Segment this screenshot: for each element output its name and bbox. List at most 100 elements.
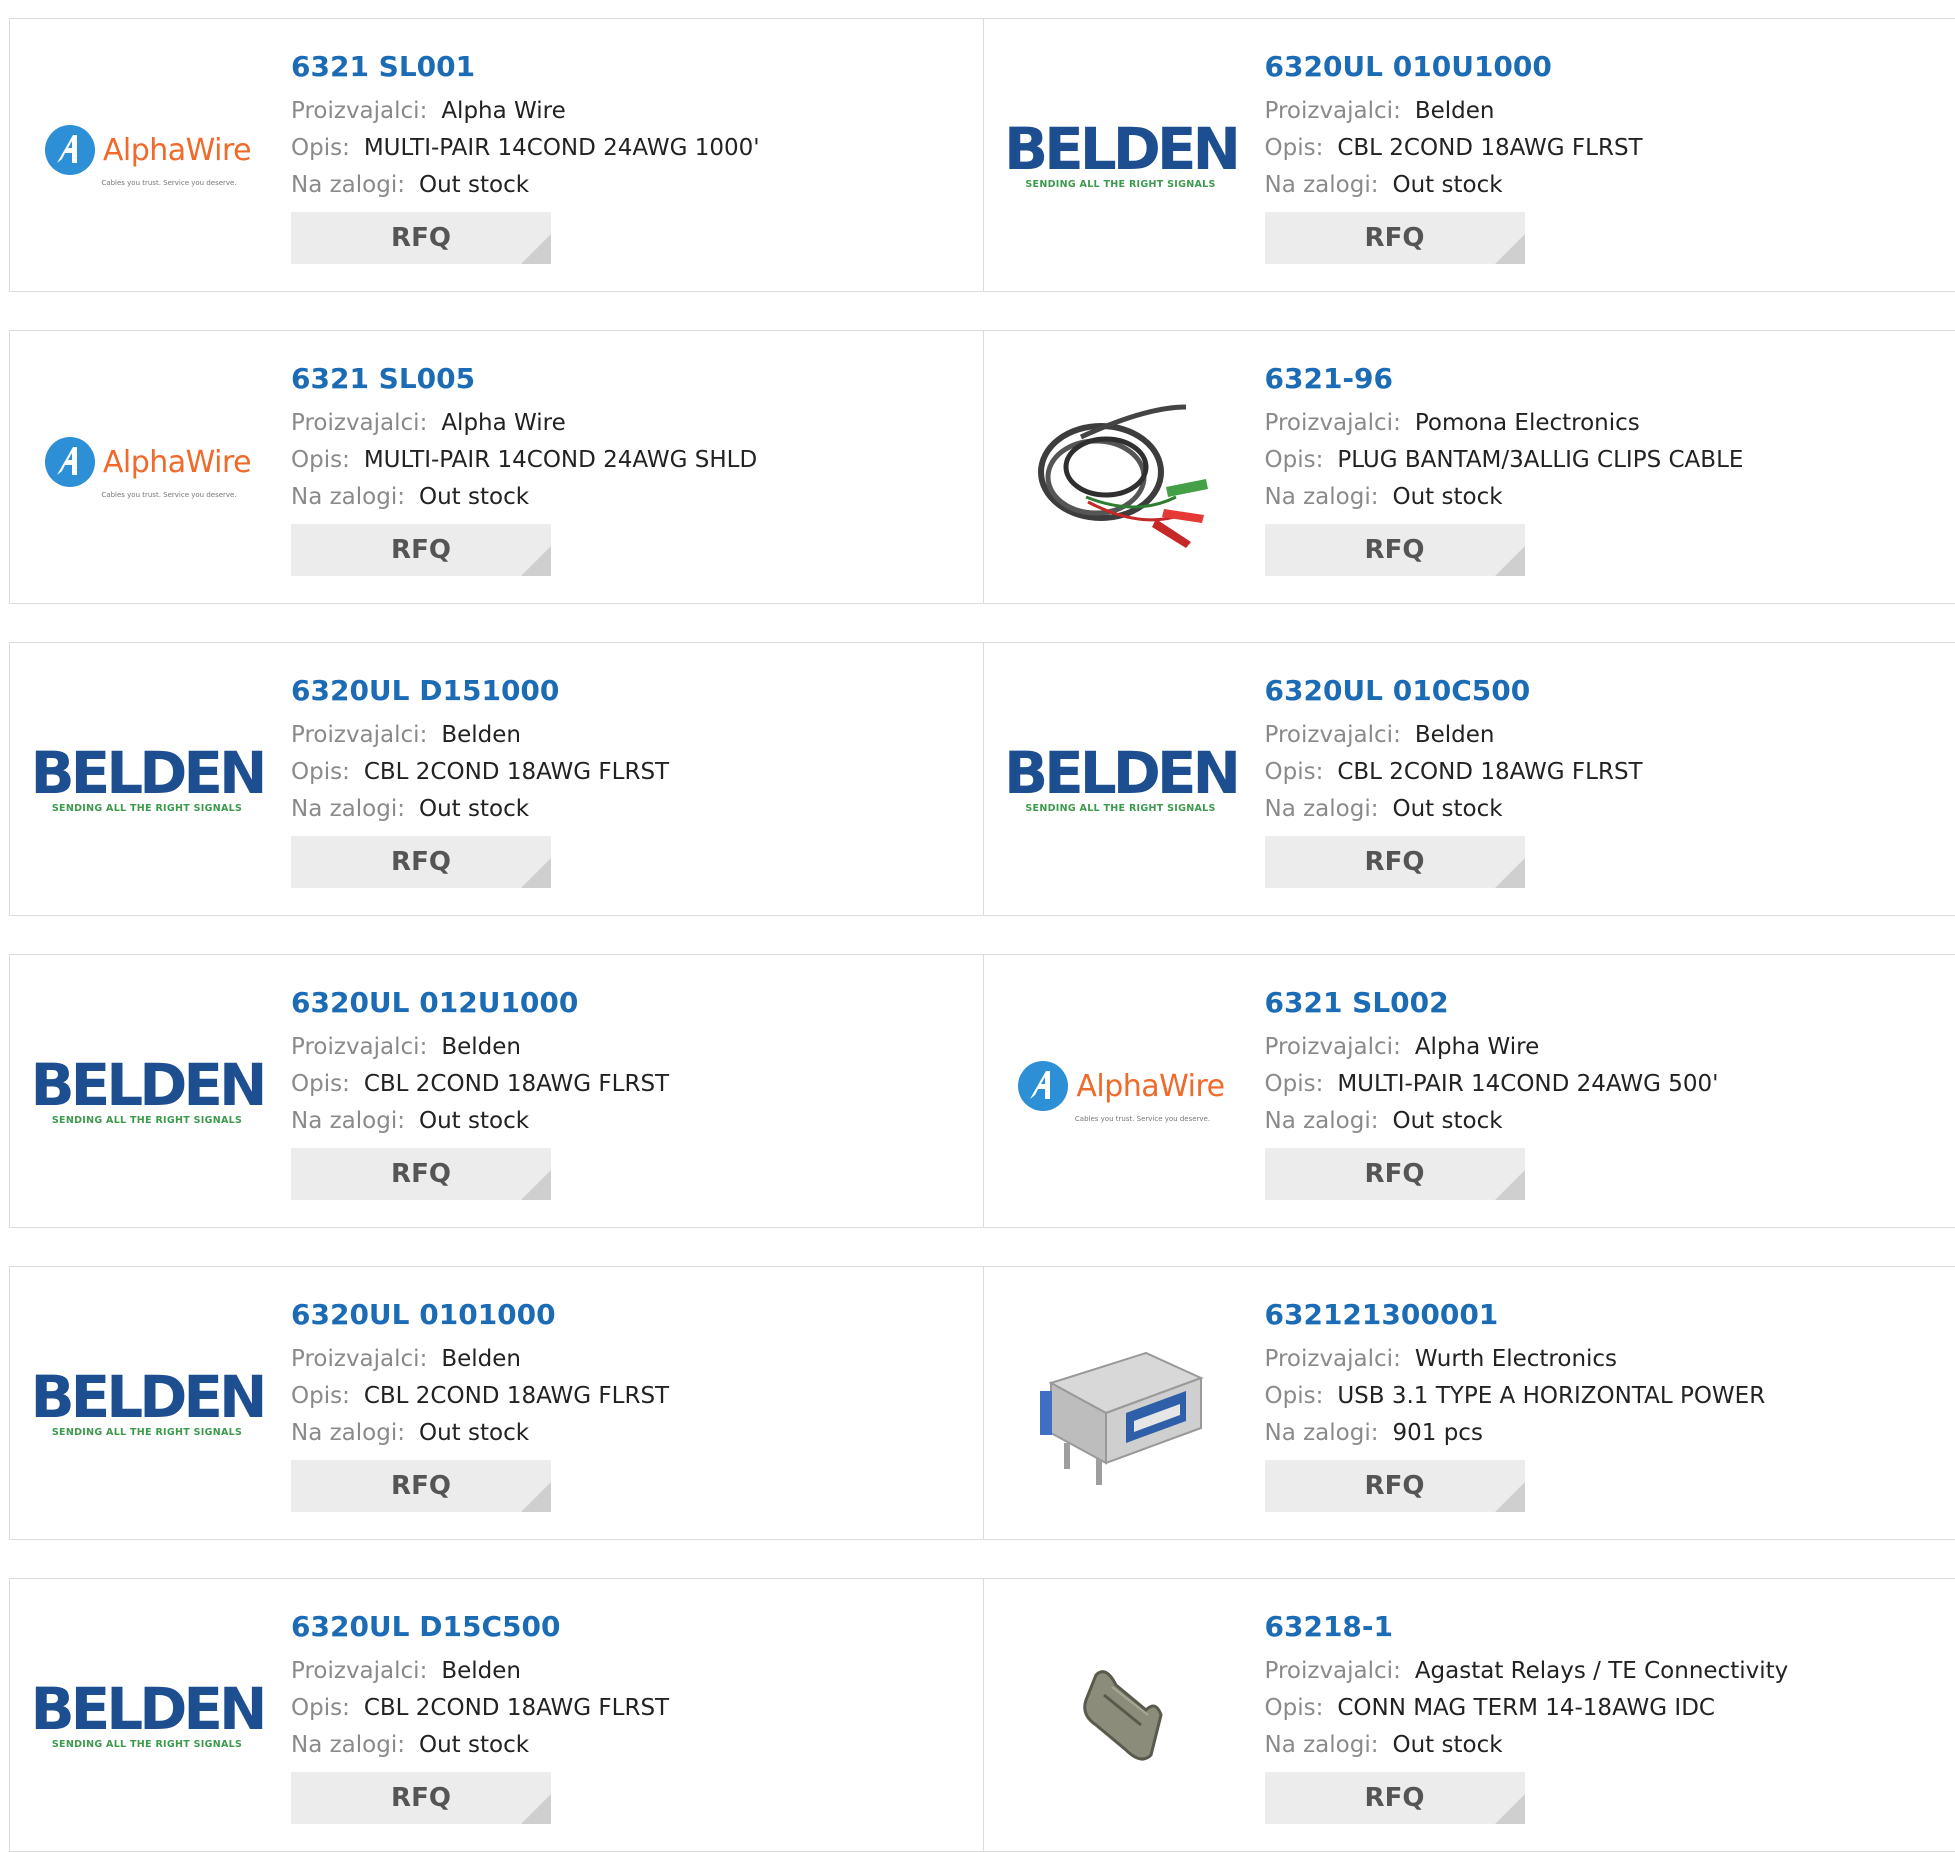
manufacturer-value: Belden [441,1034,521,1060]
product-card: AlphaWire Cables you trust. Service you … [983,955,1955,1227]
description-line: Opis:CBL 2COND 18AWG FLRST [291,1378,669,1415]
manufacturer-value: Agastat Relays / TE Connectivity [1415,1658,1788,1684]
manufacturer-label: Proizvajalci: [1265,410,1401,436]
description-value: CBL 2COND 18AWG FLRST [364,1695,669,1721]
belden-tagline: SENDING ALL THE RIGHT SIGNALS [52,1427,242,1438]
alpha-tagline: Cables you trust. Service you deserve. [101,179,236,187]
rfq-button[interactable]: RFQ [291,1460,551,1512]
part-number-link[interactable]: 6320UL 010C500 [1265,673,1643,709]
product-info: 632121300001 Proizvajalci:Wurth Electron… [1265,1297,1766,1512]
description-line: Opis:CBL 2COND 18AWG FLRST [1265,130,1643,167]
belden-logo-icon: BELDEN SENDING ALL THE RIGHT SIGNALS [47,679,247,879]
rfq-button[interactable]: RFQ [1265,524,1525,576]
stock-line: Na zalogi:Out stock [1265,479,1744,516]
stock-label: Na zalogi: [291,1420,405,1446]
alpha-wordmark: AlphaWire [103,445,251,480]
part-number-link[interactable]: 6320UL D15C500 [291,1609,669,1645]
belden-tagline: SENDING ALL THE RIGHT SIGNALS [1025,179,1215,190]
rfq-button[interactable]: RFQ [1265,212,1525,264]
product-row: BELDEN SENDING ALL THE RIGHT SIGNALS 632… [9,642,1955,916]
stock-label: Na zalogi: [1265,1108,1379,1134]
description-value: MULTI-PAIR 14COND 24AWG 500' [1337,1071,1718,1097]
part-number-link[interactable]: 6321 SL002 [1265,985,1719,1021]
manufacturer-label: Proizvajalci: [291,1658,427,1684]
stock-line: Na zalogi: Out stock [1265,1727,1789,1764]
alpha-circle-mark [43,435,97,489]
rfq-button[interactable]: RFQ [1265,1772,1525,1824]
belden-logo-icon: BELDEN SENDING ALL THE RIGHT SIGNALS [47,991,247,1191]
stock-value: Out stock [419,484,529,510]
rfq-button[interactable]: RFQ [1265,1148,1525,1200]
stock-label: Na zalogi: [1265,1732,1379,1758]
description-value: CONN MAG TERM 14-18AWG IDC [1337,1695,1715,1721]
description-line: Opis:PLUG BANTAM/3ALLIG CLIPS CABLE [1265,442,1744,479]
alpha-tagline: Cables you trust. Service you deserve. [101,491,236,499]
part-number-link[interactable]: 6321 SL005 [291,361,757,397]
product-info: 6320UL 010C500 Proizvajalci:Belden Opis:… [1265,673,1643,888]
description-label: Opis: [291,135,350,161]
stock-value: Out stock [419,1732,529,1758]
manufacturer-label: Proizvajalci: [291,98,427,124]
stock-value: Out stock [1392,172,1502,198]
product-info: 6320UL 010U1000 Proizvajalci:Belden Opis… [1265,49,1643,264]
part-number-link[interactable]: 6320UL 012U1000 [291,985,669,1021]
part-number-link[interactable]: 63218-1 [1265,1609,1789,1645]
rfq-button[interactable]: RFQ [291,1772,551,1824]
belden-logo-icon: BELDEN SENDING ALL THE RIGHT SIGNALS [1021,679,1221,879]
description-value: PLUG BANTAM/3ALLIG CLIPS CABLE [1337,447,1743,473]
part-number-link[interactable]: 6320UL 0101000 [291,1297,669,1333]
product-row: BELDEN SENDING ALL THE RIGHT SIGNALS 632… [9,954,1955,1228]
rfq-button[interactable]: RFQ [291,212,551,264]
belden-logo-icon: BELDEN SENDING ALL THE RIGHT SIGNALS [47,1615,247,1815]
stock-label: Na zalogi: [291,1732,405,1758]
description-line: Opis:MULTI-PAIR 14COND 24AWG SHLD [291,442,757,479]
product-card: 6321-96 Proizvajalci:Pomona Electronics … [983,331,1955,603]
manufacturer-label: Proizvajalci: [291,722,427,748]
stock-line: Na zalogi: 901 pcs [1265,1415,1766,1452]
manufacturer-value: Alpha Wire [1415,1034,1539,1060]
stock-label: Na zalogi: [291,172,405,198]
stock-value: Out stock [1392,1732,1502,1758]
rfq-button[interactable]: RFQ [291,1148,551,1200]
alpha-tagline: Cables you trust. Service you deserve. [1075,1115,1210,1123]
manufacturer-value: Belden [441,722,521,748]
manufacturer-line: Proizvajalci: Belden [291,717,669,754]
product-row: BELDEN SENDING ALL THE RIGHT SIGNALS 632… [9,1266,1955,1540]
belden-tagline: SENDING ALL THE RIGHT SIGNALS [52,1115,242,1126]
alpha-wordmark: AlphaWire [103,133,251,168]
description-line: Opis:MULTI-PAIR 14COND 24AWG 500' [1265,1066,1719,1103]
rfq-button[interactable]: RFQ [291,524,551,576]
part-number-link[interactable]: 6320UL D151000 [291,673,669,709]
product-info: 6320UL D15C500 Proizvajalci:Belden Opis:… [291,1609,669,1824]
stock-line: Na zalogi:Out stock [291,1103,669,1140]
part-number-link[interactable]: 6321 SL001 [291,49,760,85]
product-card: BELDEN SENDING ALL THE RIGHT SIGNALS 632… [983,643,1955,915]
stock-value: 901 pcs [1392,1420,1482,1446]
manufacturer-label: Proizvajalci: [1265,1346,1401,1372]
alphawire-logo-icon: AlphaWire Cables you trust. Service you … [47,367,247,567]
stock-value: Out stock [1392,1108,1502,1134]
manufacturer-label: Proizvajalci: [291,1034,427,1060]
stock-label: Na zalogi: [1265,1420,1379,1446]
product-card: 632121300001 Proizvajalci:Wurth Electron… [983,1267,1955,1539]
stock-value: Out stock [419,1420,529,1446]
manufacturer-line: Proizvajalci: Pomona Electronics [1265,405,1744,442]
stock-value: Out stock [419,172,529,198]
rfq-button[interactable]: RFQ [1265,836,1525,888]
part-number-link[interactable]: 6321-96 [1265,361,1744,397]
part-number-link[interactable]: 632121300001 [1265,1297,1766,1333]
stock-line: Na zalogi:Out stock [1265,791,1643,828]
manufacturer-label: Proizvajalci: [291,1346,427,1372]
rfq-button[interactable]: RFQ [1265,1460,1525,1512]
stock-line: Na zalogi: Out stock [291,167,760,204]
alpha-circle-mark [43,123,97,177]
description-line: Opis:CBL 2COND 18AWG FLRST [1265,754,1643,791]
product-info: 6321 SL001 Proizvajalci:Alpha Wire Opis:… [291,49,760,264]
manufacturer-line: Proizvajalci:Agastat Relays / TE Connect… [1265,1653,1789,1690]
manufacturer-line: Proizvajalci:Belden [1265,717,1643,754]
stock-value: Out stock [1392,484,1502,510]
description-label: Opis: [291,759,350,785]
rfq-button[interactable]: RFQ [291,836,551,888]
manufacturer-value: Pomona Electronics [1415,410,1640,436]
part-number-link[interactable]: 6320UL 010U1000 [1265,49,1643,85]
